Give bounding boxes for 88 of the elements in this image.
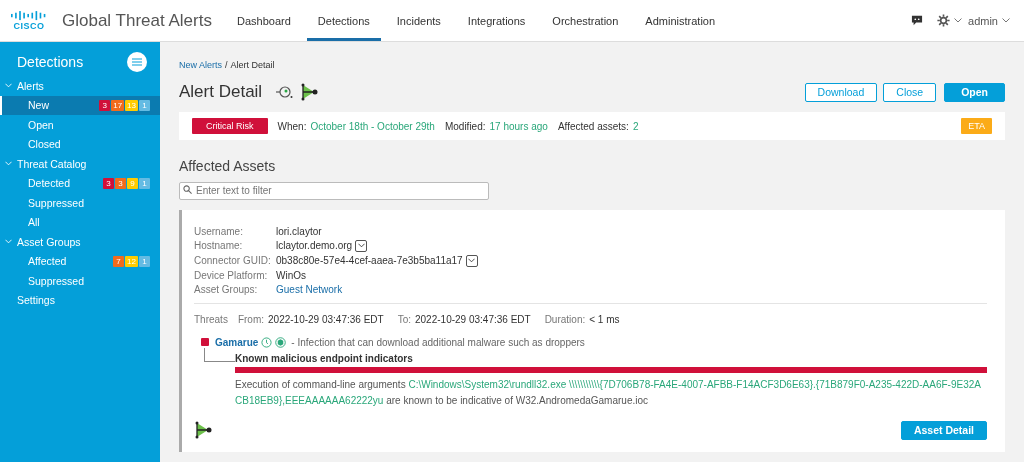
count-badge: 3 [115,177,126,189]
detail-value: lclaytor.demo.org [276,240,353,251]
detail-label: Username: [194,225,244,237]
app-title: Global Threat Alerts [62,10,212,31]
threat-field-label: From: [237,313,264,325]
cisco-logo: CISCO [10,10,48,31]
threat-field-label: Duration: [544,313,586,325]
sidebar-item[interactable]: Open [0,115,160,135]
target-icon[interactable] [276,85,295,99]
sidebar-item[interactable]: Suppressed [0,193,160,213]
indicator-description: Execution of command-line arguments C:\Windows\System32\rundll32.exe \\\\\\\\\\\{7D706B78-FA4E-4007-AFBB-F14ACF3D6E63}.{71B879F0-A235-422D-AA6F-9E32ACB18EB9},EEEAAAAAA62222yu are known to be indicative of W32.AndromedaGamarue.ioc [235,377,982,408]
count-badge: 12 [125,255,138,267]
sidebar-item[interactable]: Settings [17,294,55,307]
clock-icon [261,336,273,348]
graph-icon[interactable] [300,83,319,101]
sidebar-item[interactable]: Asset Groups [17,235,81,248]
asset-detail-button[interactable]: Asset Detail [900,420,987,440]
nav-tab[interactable]: Integrations [456,0,537,41]
breadcrumb-link[interactable]: New Alerts [179,60,222,70]
sidebar-title: Detections [17,54,84,70]
detail-value: lori.claytor [276,225,322,237]
leader-line [204,347,235,362]
eta-tag: ETA [961,118,992,134]
detail-label: Asset Groups: [194,283,259,295]
summary-value: 2 [632,120,639,132]
sidebar-item[interactable]: All [0,212,160,232]
count-badge: 1 [139,255,150,267]
detail-label: Connector GUID: [194,254,272,267]
settings-icon[interactable] [937,14,951,27]
sidebar-item[interactable]: Closed [0,134,160,154]
page-title: Alert Detail [179,82,263,102]
filter-field[interactable]: Enter text to filter [179,181,489,200]
threat-field-value: 2022-10-29 03:47:36 EDT [268,313,384,325]
count-badge: 3 [103,177,114,189]
threat-field-value: < 1 ms [589,313,620,325]
detail-label: Device Platform: [194,269,269,281]
threat-field-value: 2022-10-29 03:47:36 EDT [415,313,531,325]
sidebar-item[interactable]: New 3 17 13 1 [0,95,160,115]
summary-value: 17 hours ago [489,120,548,132]
detail-label: Hostname: [194,239,244,252]
menu-icon [132,58,142,66]
count-badge: 9 [127,177,138,189]
threat-description: - Infection that can download additional malware such as droppers [291,336,585,348]
detail-value[interactable]: Guest Network [276,283,343,295]
count-badge: 1 [139,99,150,111]
indicator-title: Known malicious endpoint indicators [235,352,414,364]
action-button[interactable]: Close [883,82,937,102]
sidebar-item[interactable]: Affected 7 12 1 [0,251,160,271]
risk-badge: Critical Risk [192,118,268,134]
count-badge: 1 [139,177,150,189]
nav-tab[interactable]: Orchestration [541,0,630,41]
chevron-icon [468,258,476,263]
chat-icon[interactable] [911,15,924,26]
summary-label: Affected assets: [557,120,629,132]
search-icon [183,184,192,194]
action-button[interactable]: Open [944,82,1005,102]
summary-label: Modified: [444,120,486,132]
dropdown-button[interactable] [355,239,368,252]
section-title: Affected Assets [179,158,277,174]
sidebar-item[interactable]: Suppressed [0,271,160,291]
summary-value: October 18th - October 29th [310,120,435,132]
graph-icon[interactable] [194,421,212,439]
breadcrumb-separator: / [225,60,228,70]
user-menu[interactable]: admin [968,14,998,27]
count-badge: 13 [125,99,138,111]
hexagon-icon [275,336,287,348]
chevron-icon [357,243,365,248]
caret-icon[interactable] [1002,18,1010,23]
sidebar-item[interactable]: Detected 3 3 9 1 [0,173,160,193]
detail-value: WinOs [276,269,306,281]
nav-tab[interactable]: Dashboard [226,0,302,41]
count-badge: 3 [99,99,111,111]
count-badge: 7 [113,255,125,267]
threats-label: Threats [194,313,228,325]
action-button[interactable]: Download [804,82,878,102]
sidebar-item[interactable]: Threat Catalog [17,157,87,170]
nav-tab[interactable]: Administration [634,0,727,41]
caret-icon[interactable] [954,18,963,23]
menu-button[interactable] [127,52,147,72]
dropdown-button[interactable] [465,254,478,267]
sidebar-item[interactable]: Alerts [17,79,44,92]
breadcrumb-current: Alert Detail [230,60,275,70]
summary-label: When: [277,120,307,132]
nav-tab[interactable]: Incidents [385,0,452,41]
threat-field-label: To: [397,313,411,325]
count-badge: 17 [111,99,125,111]
threat-link[interactable]: Gamarue [215,336,259,348]
detail-value: 0b38c80e-57e4-4cef-aaea-7e3b5ba11a17 [276,255,463,266]
